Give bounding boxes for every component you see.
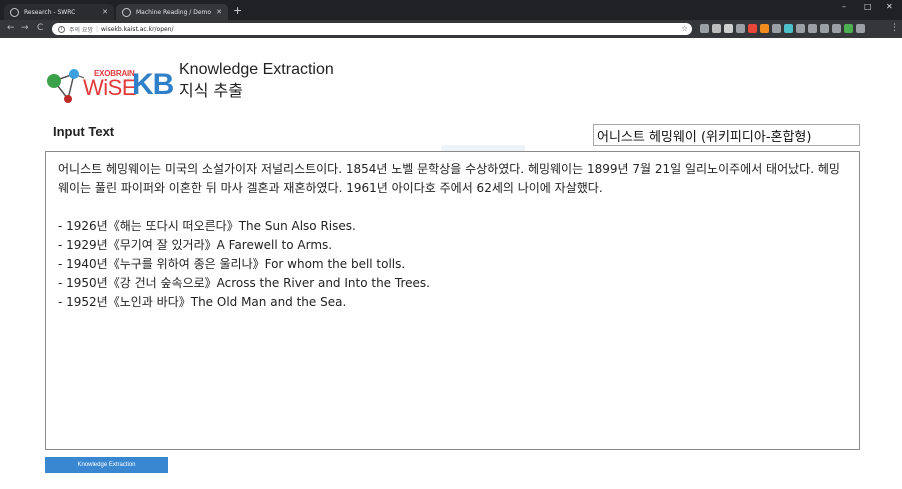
close-icon[interactable]: ✕ (102, 8, 108, 16)
extension-icon[interactable] (844, 24, 853, 33)
document-select-value: 어니스트 헤밍웨이 (위키피디아-혼합형) (597, 129, 812, 145)
page-content: EXOBRAIN WiSE KB Knowledge Extraction 지식… (0, 38, 902, 489)
browser-tab-research[interactable]: Research - SWRC ✕ (4, 4, 114, 20)
tab-title: Research - SWRC (24, 8, 76, 16)
extension-icon[interactable] (784, 24, 793, 33)
extension-icon[interactable] (736, 24, 745, 33)
browser-menu-button[interactable]: ⋮ (890, 22, 899, 34)
minimize-button[interactable]: – (842, 2, 846, 12)
input-text-label: Input Text (53, 124, 115, 139)
extension-icon[interactable] (712, 24, 721, 33)
extension-icon[interactable] (820, 24, 829, 33)
close-icon[interactable]: ✕ (216, 8, 222, 16)
forward-button[interactable]: → (21, 22, 29, 34)
browser-tab-machine-reading[interactable]: Machine Reading / Demo ✕ (116, 4, 228, 20)
security-status: 주의 요망 (69, 26, 93, 34)
extension-icon[interactable] (856, 24, 865, 33)
wisekb-logo: EXOBRAIN WiSE KB (44, 66, 174, 106)
extension-icon[interactable] (772, 24, 781, 33)
info-icon[interactable]: i (58, 25, 65, 33)
reload-button[interactable]: C (37, 22, 43, 34)
maximize-button[interactable]: □ (864, 2, 872, 12)
document-select[interactable]: 어니스트 헤밍웨이 (위키피디아-혼합형) (593, 124, 860, 146)
tab-title: Machine Reading / Demo (136, 8, 212, 16)
extension-icon[interactable] (760, 24, 769, 33)
network-nodes-icon (47, 69, 84, 103)
new-tab-button[interactable]: + (233, 5, 242, 17)
page-title: Knowledge Extraction (179, 61, 334, 78)
wise-text: WiSE (83, 75, 137, 100)
globe-icon (122, 7, 131, 17)
extension-icons (700, 24, 865, 33)
address-separator: | (96, 25, 99, 33)
globe-icon (10, 7, 19, 17)
kb-text: KB (132, 68, 174, 101)
url-text: wisekb.kaist.ac.kr/open/ (101, 25, 174, 33)
address-bar[interactable]: i 주의 요망 | wisekb.kaist.ac.kr/open/ ☆ (52, 23, 692, 35)
page-subtitle: 지식 추출 (179, 81, 243, 100)
extension-icon[interactable] (748, 24, 757, 33)
extension-icon[interactable] (796, 24, 805, 33)
extension-icon[interactable] (724, 24, 733, 33)
extension-icon[interactable] (808, 24, 817, 33)
input-textarea[interactable]: 어니스트 헤밍웨이는 미국의 소설가이자 저널리스트이다. 1854년 노벨 문… (45, 151, 860, 450)
bookmark-star-icon[interactable]: ☆ (681, 24, 688, 34)
extension-icon[interactable] (700, 24, 709, 33)
extension-icon[interactable] (832, 24, 841, 33)
browser-tab-strip: Research - SWRC ✕ Machine Reading / Demo… (0, 0, 902, 20)
window-close-button[interactable]: ✕ (886, 2, 893, 12)
knowledge-extraction-button[interactable]: Knowledge Extraction (45, 457, 168, 473)
back-button[interactable]: ← (7, 22, 15, 34)
